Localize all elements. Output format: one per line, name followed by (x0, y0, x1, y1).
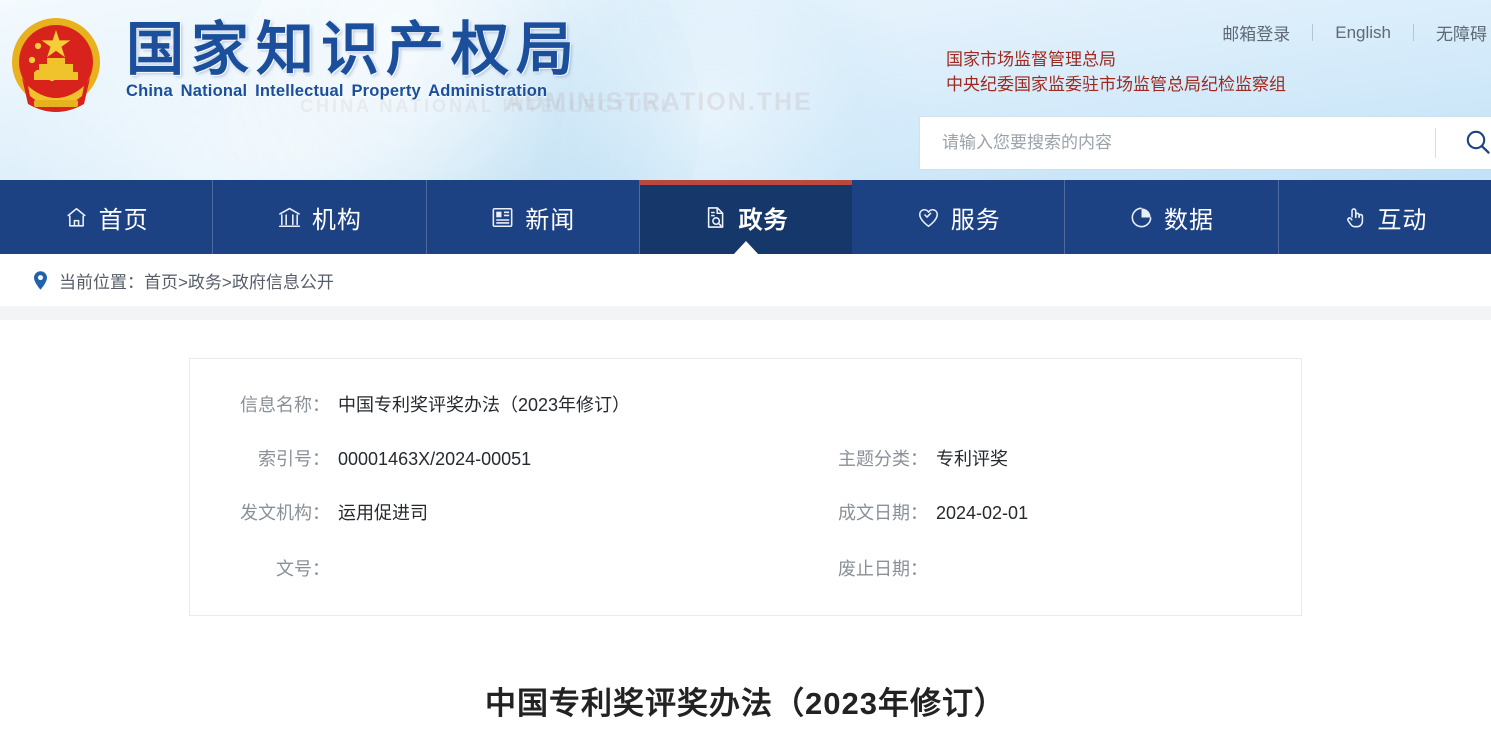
document-metadata-box: 信息名称： 中国专利奖评奖办法（2023年修订） 索引号： 00001463X/… (189, 358, 1302, 616)
metadata-cell: 文号： (190, 553, 750, 581)
metadata-key: 主题分类： (838, 449, 928, 469)
metadata-key: 发文机构： (240, 503, 330, 523)
logo-title-cn: 国家知识产权局 (126, 17, 582, 82)
page-title: 中国专利奖评奖办法（2023年修订） (485, 686, 1006, 721)
hand-click-icon (1342, 205, 1367, 230)
metadata-value-index-number: 00001463X/2024-00051 (338, 449, 532, 469)
search-icon (1463, 127, 1491, 160)
agency-line-1: 国家市场监督管理总局 (946, 50, 1116, 69)
top-link-email-login[interactable]: 邮箱登录 (1200, 20, 1312, 45)
metadata-key: 废止日期： (838, 559, 928, 579)
nav-label: 机构 (311, 206, 362, 234)
search-button[interactable] (1436, 117, 1491, 169)
site-logo[interactable]: 国家知识产权局 China National Intellectual Prop… (126, 20, 581, 101)
top-link-english[interactable]: English (1313, 23, 1413, 43)
nav-item-service[interactable]: 服务 (852, 180, 1066, 254)
document-search-icon (703, 205, 728, 230)
agency-line-2: 中央纪委国家监委驻市场监管总局纪检监察组 (946, 74, 1286, 94)
metadata-row: 文号： 废止日期： (190, 543, 1301, 591)
metadata-value-topic-category: 专利评奖 (936, 449, 1008, 469)
metadata-cell: 发文机构： 运用促进司 (190, 499, 750, 525)
metadata-cell: 主题分类： 专利评奖 (750, 445, 1290, 471)
bank-icon (277, 205, 302, 230)
metadata-cell: 成文日期： 2024-02-01 (750, 499, 1290, 525)
nav-label: 数据 (1164, 206, 1215, 234)
breadcrumb-label: 当前位置： (59, 272, 144, 292)
pie-chart-icon (1129, 205, 1154, 230)
top-link-accessibility[interactable]: 无障碍 (1414, 20, 1491, 45)
metadata-cell: 废止日期： (750, 553, 1290, 581)
metadata-row: 发文机构： 运用促进司 成文日期： 2024-02-01 (190, 489, 1301, 535)
metadata-row: 信息名称： 中国专利奖评奖办法（2023年修订） (190, 381, 1301, 427)
top-utility-links: 邮箱登录 English 无障碍 (1200, 20, 1491, 45)
breadcrumb-path[interactable]: 首页>政务>政府信息公开 (144, 268, 334, 293)
metadata-key: 索引号： (258, 449, 330, 469)
nav-label: 互动 (1377, 206, 1428, 234)
breadcrumb-divider-band (0, 306, 1491, 320)
metadata-cell: 索引号： 00001463X/2024-00051 (190, 445, 750, 471)
metadata-value-info-name: 中国专利奖评奖办法（2023年修订） (338, 395, 631, 415)
active-nav-indicator (732, 241, 759, 255)
home-icon (64, 205, 89, 230)
nav-item-news[interactable]: 新闻 (427, 180, 640, 254)
nav-label: 政务 (738, 206, 789, 234)
affiliated-agency-text: 国家市场监督管理总局 中央纪委国家监委驻市场监管总局纪检监察组 (946, 48, 1286, 97)
newspaper-icon (490, 205, 515, 230)
metadata-value-issue-date: 2024-02-01 (936, 503, 1029, 523)
metadata-value-issuing-agency: 运用促进司 (338, 503, 428, 523)
metadata-key: 成文日期： (838, 503, 928, 523)
national-emblem-icon (4, 12, 108, 116)
site-search (920, 117, 1491, 169)
metadata-key: 信息名称： (240, 395, 330, 415)
globe-highlight-graphic (560, 0, 940, 180)
page-main: 信息名称： 中国专利奖评奖办法（2023年修订） 索引号： 00001463X/… (0, 358, 1491, 747)
nav-item-government-affairs[interactable]: 政务 (639, 180, 853, 255)
nav-item-home[interactable]: 首页 (0, 180, 214, 254)
main-navigation: 首页 机构 新闻 政务 服务 数据 互动 (0, 180, 1491, 255)
breadcrumb: 当前位置： 首页>政务>政府信息公开 (0, 254, 1491, 306)
metadata-cell: 信息名称： 中国专利奖评奖办法（2023年修订） (190, 391, 750, 417)
nav-item-data[interactable]: 数据 (1065, 180, 1279, 254)
heart-check-icon (916, 205, 941, 230)
nav-item-institution[interactable]: 机构 (213, 180, 427, 254)
search-input[interactable] (920, 117, 1435, 169)
nav-item-interaction[interactable]: 互动 (1279, 180, 1491, 254)
nav-label: 首页 (98, 206, 149, 234)
site-header: CHINA NATIONAL INTELLECTUAL ADMINISTRATI… (0, 0, 1491, 180)
nav-label: 新闻 (525, 206, 576, 234)
metadata-row: 索引号： 00001463X/2024-00051 主题分类： 专利评奖 (190, 435, 1301, 481)
logo-title-en: China National Intellectual Property Adm… (126, 82, 548, 101)
location-pin-icon (32, 270, 49, 291)
nav-label: 服务 (950, 206, 1001, 234)
metadata-key: 文号： (276, 559, 330, 579)
